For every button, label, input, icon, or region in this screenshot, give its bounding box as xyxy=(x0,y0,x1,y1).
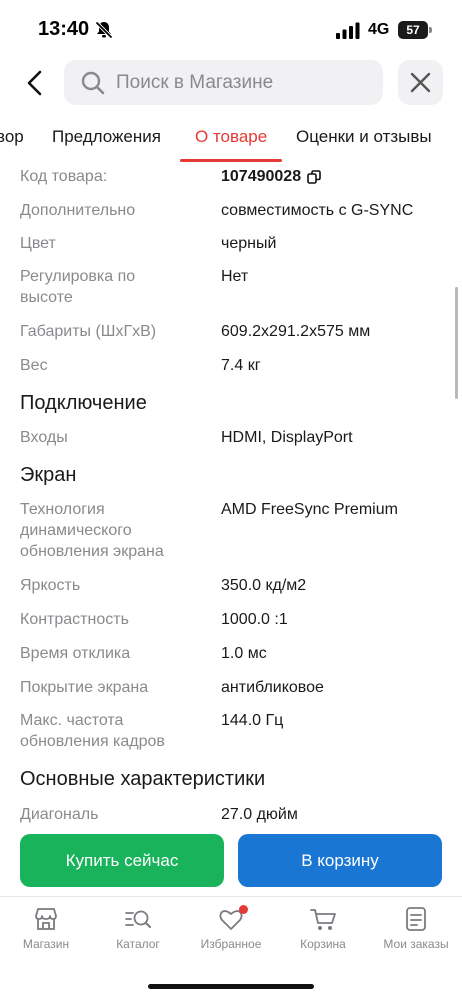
spec-value: 144.0 Гц xyxy=(221,712,284,729)
bell-muted-icon xyxy=(95,21,113,39)
spec-value: 1000.0 :1 xyxy=(221,611,288,628)
tab-reviews[interactable]: Оценки и отзывы xyxy=(296,127,432,147)
product-tabs: вор Предложения О товаре Оценки и отзывы xyxy=(0,118,462,162)
spec-value: 609.2x291.2x575 мм xyxy=(221,323,371,340)
nav-label: Избранное xyxy=(200,937,262,951)
search-row xyxy=(0,60,462,106)
spec-label: Цвет xyxy=(20,235,56,252)
spec-value: 27.0 дюйм xyxy=(221,806,298,823)
spec-label: Входы xyxy=(20,429,68,446)
search-input[interactable] xyxy=(116,60,376,105)
buy-now-button[interactable]: Купить сейчас xyxy=(20,834,224,887)
add-to-cart-button[interactable]: В корзину xyxy=(238,834,442,887)
nav-label: Магазин xyxy=(22,937,70,951)
section-title-connection: Подключение xyxy=(20,392,147,414)
spec-label: Регулировка по высоте xyxy=(20,268,136,306)
battery-level: 57 xyxy=(398,21,428,39)
home-indicator[interactable] xyxy=(148,984,314,989)
specs-list: Код товара: 107490028 Дополнительно совм… xyxy=(0,162,462,824)
search-box[interactable] xyxy=(64,60,383,105)
close-icon xyxy=(410,72,431,93)
status-time: 13:40 xyxy=(38,18,90,40)
copy-icon[interactable] xyxy=(307,169,321,184)
nav-label: Корзина xyxy=(300,937,346,951)
nav-item-catalog[interactable]: Каталог xyxy=(92,905,184,961)
spec-value: 350.0 кд/м2 xyxy=(221,577,307,594)
spec-value: черный xyxy=(221,235,277,252)
spec-value: Нет xyxy=(221,268,249,285)
spec-value: совместимость с G-SYNC xyxy=(221,202,414,219)
section-title-screen: Экран xyxy=(20,464,77,486)
store-icon xyxy=(35,908,57,930)
nav-item-orders[interactable]: Мои заказы xyxy=(370,905,462,961)
spec-value: HDMI, DisplayPort xyxy=(221,429,353,446)
spec-value: 1.0 мс xyxy=(221,645,267,662)
section-title-main: Основные характеристики xyxy=(20,768,266,790)
spec-value: AMD FreeSync Premium xyxy=(221,501,398,518)
spec-label: Диагональ xyxy=(20,806,99,823)
orders-icon xyxy=(406,907,426,931)
spec-label: Код товара: xyxy=(20,168,108,185)
nav-label: Мои заказы xyxy=(383,937,449,951)
spec-label: Технология динамического обновления экра… xyxy=(20,501,164,560)
back-button[interactable] xyxy=(20,64,52,102)
spec-label: Контрастность xyxy=(20,611,129,628)
chevron-left-icon xyxy=(27,70,42,96)
tab-about-product[interactable]: О товаре xyxy=(195,127,267,147)
nav-item-favorites[interactable]: Избранное xyxy=(185,905,277,961)
tab-overview[interactable]: вор xyxy=(0,127,24,147)
spec-label: Время отклика xyxy=(20,645,131,662)
spec-value-code[interactable]: 107490028 xyxy=(221,166,446,187)
notification-dot xyxy=(239,905,248,914)
network-type: 4G xyxy=(368,21,390,38)
spec-label: Покрытие экрана xyxy=(20,679,149,696)
cart-icon xyxy=(310,909,336,930)
battery-icon: 57 xyxy=(398,21,432,39)
signal-icon xyxy=(336,22,360,39)
status-bar: 13:40 4G 57 xyxy=(0,0,462,56)
spec-value: антибликовое xyxy=(221,679,324,696)
spec-value: 7.4 кг xyxy=(221,357,261,374)
spec-label: Дополнительно xyxy=(20,202,136,219)
nav-item-store[interactable]: Магазин xyxy=(0,905,92,961)
spec-label: Габариты (ШхГхВ) xyxy=(20,323,157,340)
catalog-search-icon xyxy=(125,910,151,928)
close-button[interactable] xyxy=(398,60,443,105)
spec-label: Макс. частота обновления кадров xyxy=(20,712,165,750)
spec-label: Яркость xyxy=(20,577,81,594)
search-icon xyxy=(81,71,105,95)
spec-label: Вес xyxy=(20,357,48,374)
nav-item-cart[interactable]: Корзина xyxy=(277,905,369,961)
nav-label: Каталог xyxy=(116,937,160,951)
tab-offers[interactable]: Предложения xyxy=(52,127,161,147)
scrollbar[interactable] xyxy=(455,287,458,399)
